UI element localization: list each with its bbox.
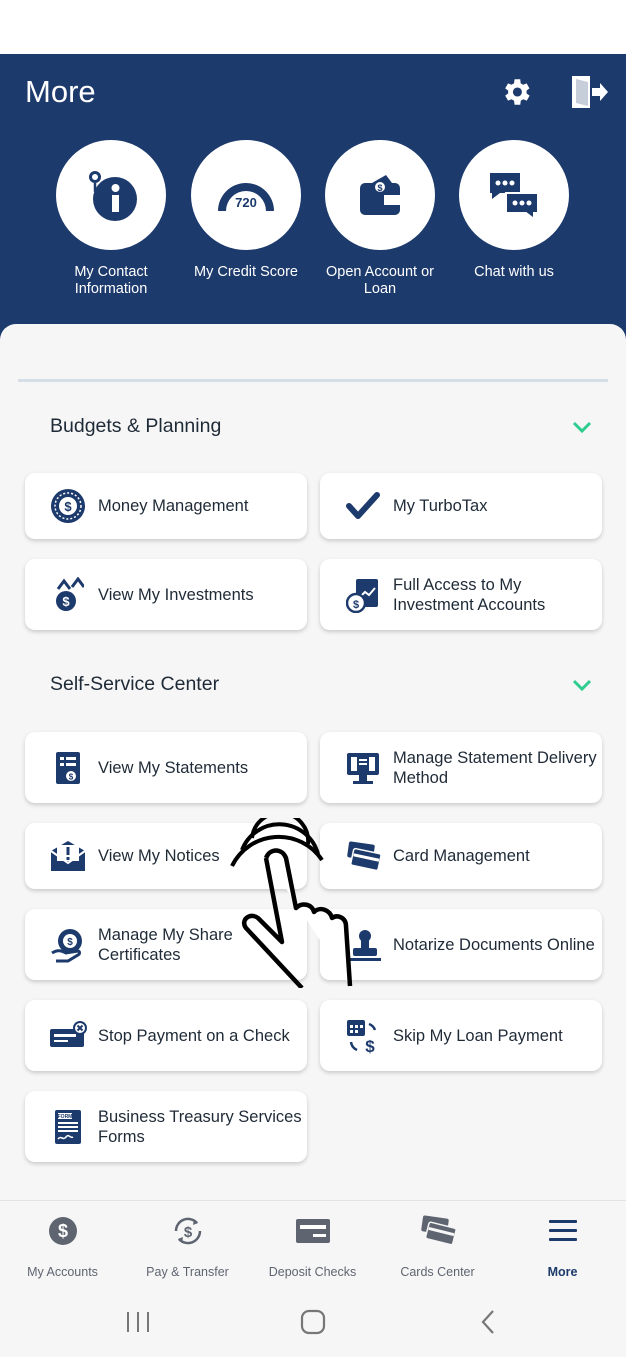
investment-accounts-icon: $: [344, 576, 382, 614]
menu-card-label: Full Access to My Investment Accounts: [393, 575, 546, 614]
menu-sheet: Budgets & Planning $ Money Management My…: [0, 324, 626, 1200]
checkmark-icon: [344, 487, 382, 525]
money-management-icon: $: [49, 487, 87, 525]
svg-text:$: $: [353, 599, 359, 611]
menu-card-treasury-forms[interactable]: FORM Business Treasury Services Forms: [25, 1091, 307, 1162]
menu-icon: [500, 1213, 625, 1249]
back-icon[interactable]: [468, 1306, 508, 1338]
page-title: More: [25, 74, 96, 109]
menu-card-label: Manage Statement Delivery Method: [393, 748, 597, 787]
share-certificate-icon: $: [49, 926, 87, 964]
svg-text:FORM: FORM: [58, 1114, 73, 1120]
svg-text:$: $: [67, 937, 73, 948]
section-title-self-service[interactable]: Self-Service Center: [50, 673, 219, 696]
chevron-down-icon[interactable]: [570, 677, 594, 693]
menu-card-skip-loan-payment[interactable]: $ Skip My Loan Payment: [320, 1000, 602, 1071]
nav-cards-center[interactable]: Cards Center: [375, 1213, 500, 1279]
credit-score-value: 720: [235, 195, 257, 210]
menu-card-view-investments[interactable]: $ View My Investments: [25, 559, 307, 630]
menu-card-label: Money Management: [98, 497, 249, 515]
menu-card-turbotax[interactable]: My TurboTax: [320, 473, 602, 539]
quick-action-contact-info[interactable]: My Contact Information: [44, 140, 178, 298]
quick-action-chat[interactable]: Chat with us: [447, 140, 581, 281]
transfer-icon: $: [125, 1213, 250, 1249]
nav-label: Pay & Transfer: [146, 1265, 229, 1279]
notice-envelope-icon: [49, 837, 87, 875]
statement-delivery-icon: [344, 749, 382, 787]
bottom-nav: $ My Accounts $ Pay & Transfer Deposit C…: [0, 1200, 626, 1288]
skip-payment-icon: $: [344, 1017, 382, 1055]
nav-label: Deposit Checks: [268, 1265, 357, 1279]
tap-gesture-hand-icon: [230, 818, 353, 988]
system-nav-bar: [0, 1288, 626, 1357]
svg-text:$: $: [377, 183, 382, 193]
nav-my-accounts[interactable]: $ My Accounts: [0, 1213, 125, 1279]
nav-label: More: [547, 1265, 578, 1279]
menu-card-label: View My Notices: [98, 847, 220, 865]
quick-action-label: Chat with us: [474, 264, 554, 280]
chat-bubbles-icon: [459, 140, 569, 250]
chevron-down-icon[interactable]: [570, 419, 594, 435]
menu-card-label: Business Treasury Services Forms: [98, 1107, 302, 1146]
investments-icon: $: [49, 576, 87, 614]
svg-text:$: $: [365, 1037, 375, 1054]
credit-score-gauge-icon: 720: [191, 140, 301, 250]
menu-card-stop-payment[interactable]: Stop Payment on a Check: [25, 1000, 307, 1071]
quick-action-open-account[interactable]: $ Open Account or Loan: [313, 140, 447, 298]
section-title-budgets[interactable]: Budgets & Planning: [50, 415, 221, 438]
menu-card-label: My TurboTax: [393, 497, 488, 515]
divider: [18, 379, 608, 382]
quick-action-label: My Contact Information: [74, 264, 148, 297]
check-icon: [250, 1213, 375, 1249]
form-icon: FORM: [49, 1108, 87, 1146]
menu-card-money-management[interactable]: $ Money Management: [25, 473, 307, 539]
menu-card-statement-delivery[interactable]: Manage Statement Delivery Method: [320, 732, 602, 803]
statement-icon: $: [49, 749, 87, 787]
home-icon[interactable]: [293, 1306, 333, 1338]
logout-icon[interactable]: [568, 72, 608, 112]
nav-more[interactable]: More: [500, 1213, 625, 1279]
menu-card-investment-accounts[interactable]: $ Full Access to My Investment Accounts: [320, 559, 602, 630]
menu-card-label: View My Investments: [98, 585, 254, 604]
nav-label: My Accounts: [27, 1265, 98, 1279]
recent-apps-icon[interactable]: [118, 1306, 158, 1338]
contact-info-icon: [56, 140, 166, 250]
menu-card-label: Stop Payment on a Check: [98, 1026, 290, 1045]
nav-deposit-checks[interactable]: Deposit Checks: [250, 1213, 375, 1279]
header: More My Contact Information 720 My Credi…: [0, 54, 626, 354]
quick-action-label: Open Account or Loan: [325, 264, 434, 297]
stop-check-icon: [49, 1017, 87, 1055]
menu-card-card-management[interactable]: Card Management: [320, 823, 602, 889]
dollar-circle-icon: $: [0, 1213, 125, 1249]
nav-pay-transfer[interactable]: $ Pay & Transfer: [125, 1213, 250, 1279]
svg-text:$: $: [57, 1221, 67, 1241]
quick-action-credit-score[interactable]: 720 My Credit Score: [179, 140, 313, 281]
cards-stack-icon: [375, 1213, 500, 1249]
menu-card-label: Card Management: [393, 847, 530, 865]
menu-card-label: View My Statements: [98, 758, 249, 777]
svg-text:$: $: [183, 1224, 192, 1241]
svg-text:$: $: [69, 772, 74, 781]
menu-card-notarize-documents[interactable]: Notarize Documents Online: [320, 909, 602, 980]
wallet-icon: $: [325, 140, 435, 250]
nav-label: Cards Center: [400, 1265, 475, 1279]
status-bar: [0, 0, 626, 54]
menu-card-label: Notarize Documents Online: [393, 935, 595, 954]
menu-card-view-statements[interactable]: $ View My Statements: [25, 732, 307, 803]
svg-text:$: $: [62, 594, 70, 609]
quick-action-label: My Credit Score: [194, 264, 298, 280]
gear-icon[interactable]: [496, 72, 536, 112]
menu-card-label: Skip My Loan Payment: [393, 1026, 563, 1045]
svg-text:$: $: [64, 499, 72, 514]
